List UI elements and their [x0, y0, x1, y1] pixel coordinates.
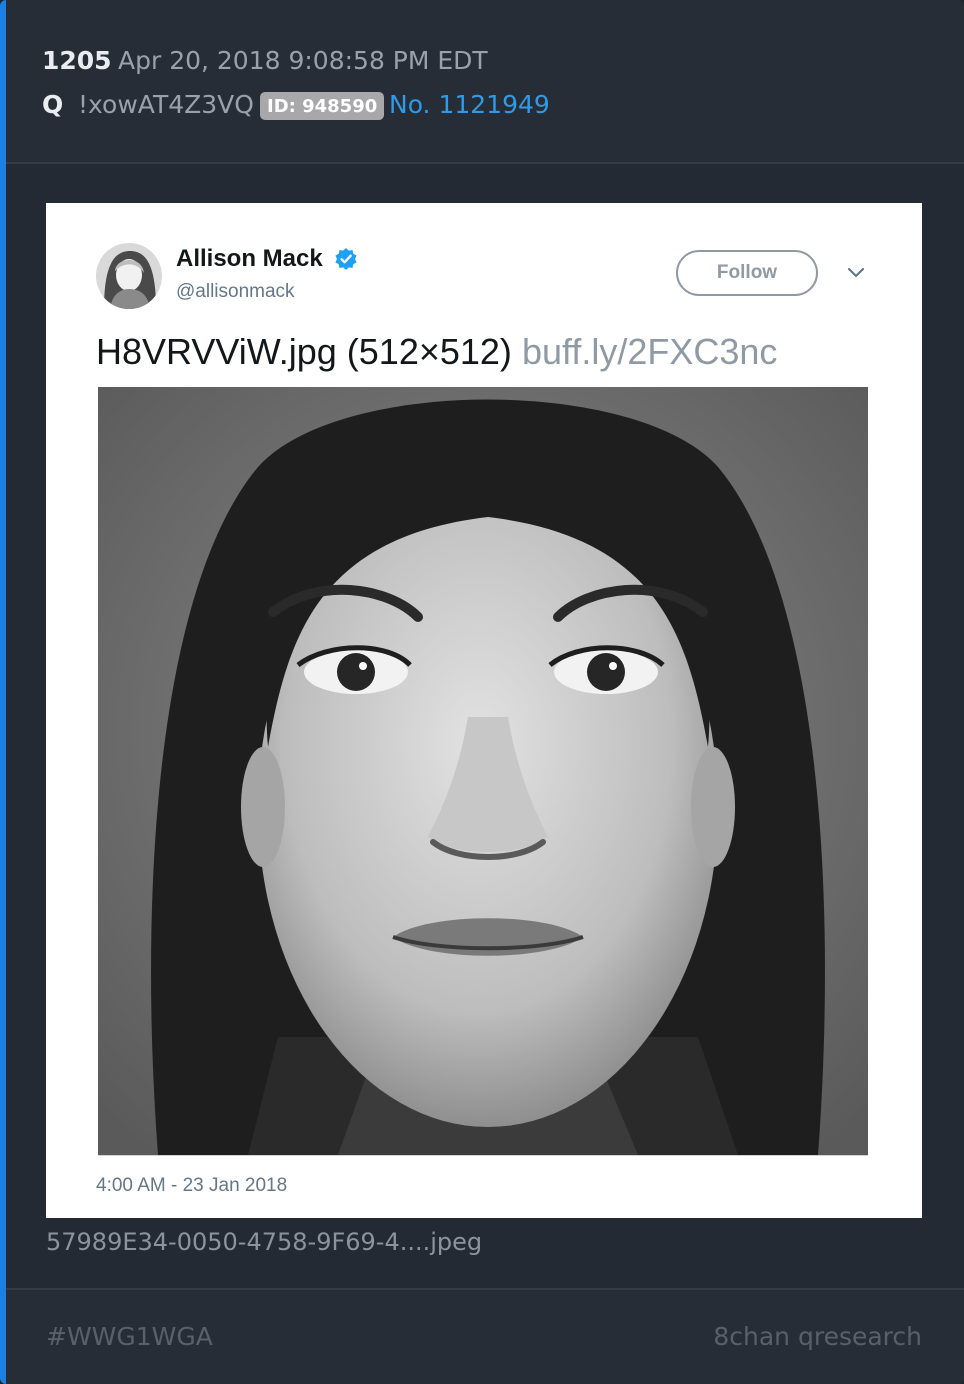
id-badge: ID: 948590 [260, 92, 385, 120]
post-author: Q [42, 90, 64, 119]
tweet-photo [98, 387, 868, 1156]
footer-hashtag: #WWG1WGA [46, 1322, 213, 1351]
attachment-filename[interactable]: 57989E34-0050-4758-9F69-4....jpeg [46, 1228, 482, 1256]
post-date: Apr 20, 2018 9:08:58 PM EDT [118, 46, 488, 75]
post-footer: #WWG1WGA 8chan qresearch [6, 1288, 964, 1384]
avatar [96, 243, 162, 309]
tweet-text-body: H8VRVViW.jpg (512×512) [96, 331, 512, 372]
tweet-author-name: Allison Mack [176, 245, 323, 272]
post-number-link[interactable]: No. 1121949 [389, 90, 550, 119]
chevron-down-icon[interactable] [844, 265, 868, 281]
footer-source: 8chan qresearch [713, 1322, 922, 1351]
post-number: 1205 [42, 46, 112, 75]
tweet-timestamp: 4:00 AM - 23 Jan 2018 [96, 1175, 288, 1196]
verified-icon [335, 248, 357, 270]
tweet-link[interactable]: buff.ly/2FXC3nc [522, 331, 777, 372]
post-header: 1205 Apr 20, 2018 9:08:58 PM EDT Q !xowA… [6, 0, 964, 164]
tweet-text: H8VRVViW.jpg (512×512) buff.ly/2FXC3nc [96, 331, 777, 373]
follow-button[interactable]: Follow [676, 250, 818, 296]
tweet-author-handle: @allisonmack [176, 281, 295, 302]
post-tripcode: !xowAT4Z3VQ [78, 90, 254, 119]
tweet-screenshot-image[interactable]: Allison Mack @allisonmack Follow H8VRVVi… [46, 203, 922, 1218]
post-card: 1205 Apr 20, 2018 9:08:58 PM EDT Q !xowA… [0, 0, 964, 1384]
